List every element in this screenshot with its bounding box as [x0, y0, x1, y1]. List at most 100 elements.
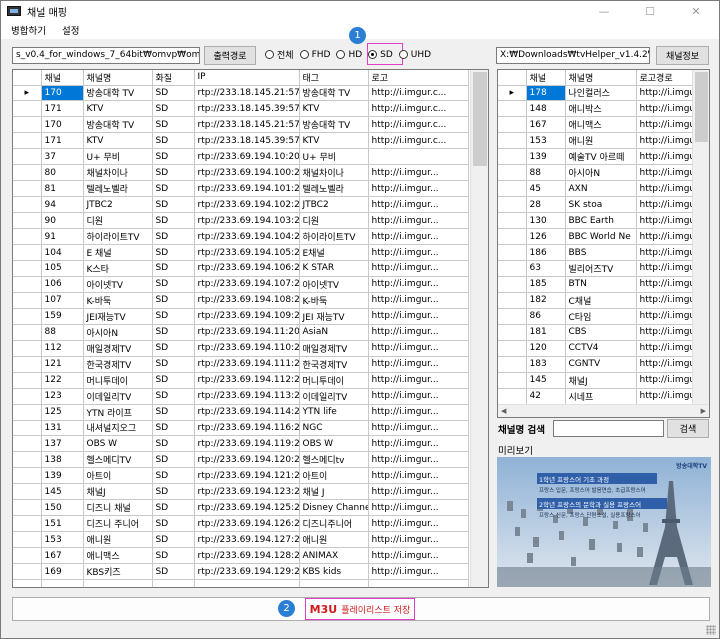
channel-cell[interactable]: SD: [152, 260, 195, 277]
channel-row[interactable]: 94JTBC2SDrtp://233.69.194.102:20000JTBC2…: [13, 196, 469, 214]
channel-cell[interactable]: 37: [41, 148, 84, 166]
row-selector[interactable]: [498, 148, 527, 166]
channel-info-row[interactable]: 130BBC Earthhttp://i.imgur...: [498, 212, 695, 230]
channel-cell[interactable]: JEI 재능TV: [299, 308, 369, 325]
row-selector[interactable]: [13, 547, 42, 565]
channel-info-cell[interactable]: http://i.imgur...: [636, 196, 695, 214]
channel-info-cell[interactable]: http://i.imgur...: [636, 372, 695, 389]
channel-cell[interactable]: 아트이: [83, 467, 153, 485]
channel-cell[interactable]: SD: [152, 196, 195, 214]
channel-info-cell[interactable]: 45: [526, 180, 566, 198]
channel-cell[interactable]: SD: [152, 372, 195, 389]
channel-cell[interactable]: SD: [152, 404, 195, 421]
channel-info-row[interactable]: 153애니원http://i.imgur...: [498, 132, 695, 150]
channel-cell[interactable]: KTV: [83, 100, 153, 118]
channel-cell[interactable]: 137: [41, 435, 84, 453]
channel-cell[interactable]: http://i.imgur...: [368, 420, 469, 437]
channel-cell[interactable]: rtp://233.69.194.112:20000: [194, 372, 300, 389]
channel-cell[interactable]: http://i.imgur...: [368, 276, 469, 293]
channel-row[interactable]: 88아시아NSDrtp://233.69.194.11:20000AsiaNht…: [13, 324, 469, 341]
channel-cell[interactable]: 디원: [299, 212, 369, 230]
channel-cell[interactable]: 텔레노벨라: [299, 180, 369, 198]
quality-radio-0[interactable]: 전체: [265, 48, 294, 61]
channel-cell[interactable]: K-바둑: [299, 292, 369, 309]
channel-cell[interactable]: SD: [152, 148, 195, 166]
channel-row[interactable]: 122머니투데이SDrtp://233.69.194.112:20000머니투데…: [13, 372, 469, 389]
channel-cell[interactable]: http://i.imgur...: [368, 404, 469, 421]
channel-cell[interactable]: http://i.imgur...: [368, 164, 469, 182]
channel-cell[interactable]: http://i.imgur...: [368, 483, 469, 501]
channel-cell[interactable]: 169: [41, 563, 84, 581]
channel-info-column-header[interactable]: 로고경로: [636, 70, 695, 86]
channel-info-cell[interactable]: 애니맥스: [565, 116, 637, 134]
channel-info-cell[interactable]: http://i.imgur...: [636, 100, 695, 118]
channel-cell[interactable]: http://i.imgur...: [368, 260, 469, 277]
channel-cell[interactable]: 94: [41, 196, 84, 214]
channel-cell[interactable]: rtp://233.69.194.100:20000: [194, 164, 300, 182]
channel-info-cell[interactable]: http://i.imgur...: [636, 180, 695, 198]
channel-cell[interactable]: 이데일리TV: [299, 388, 369, 405]
channel-info-cell[interactable]: 빌리어즈TV: [565, 260, 637, 277]
row-selector[interactable]: [13, 483, 42, 501]
channel-cell[interactable]: YTN 라이프: [83, 404, 153, 421]
channel-info-cell[interactable]: http://i.imgur...: [636, 148, 695, 166]
channel-search-input[interactable]: [553, 420, 664, 437]
channel-info-path-input[interactable]: X:₩Downloads₩tvHelper_v1.4.2₩char: [496, 47, 650, 64]
channel-cell[interactable]: 105: [41, 260, 84, 277]
channel-cell[interactable]: 125: [41, 404, 84, 421]
channel-cell[interactable]: http://i.imgur...: [368, 435, 469, 453]
row-selector[interactable]: [498, 340, 527, 357]
channel-cell[interactable]: 머니투데이: [83, 372, 153, 389]
channel-info-cell[interactable]: http://i.imgur...: [636, 324, 695, 341]
channel-cell[interactable]: 아이넷TV: [83, 276, 153, 293]
channel-cell[interactable]: 아트이: [299, 467, 369, 485]
channel-cell[interactable]: http://i.imgur...: [368, 324, 469, 341]
row-selector[interactable]: [13, 467, 42, 485]
channel-info-cell[interactable]: http://i.imgur...: [636, 244, 695, 261]
channel-info-cell[interactable]: 애니원: [565, 132, 637, 150]
channel-info-cell[interactable]: BBS: [565, 244, 637, 261]
channel-cell[interactable]: http://i.imgur...: [368, 244, 469, 261]
channel-cell[interactable]: SD: [152, 340, 195, 357]
channel-cell[interactable]: 디즈니주니어: [299, 515, 369, 533]
channel-row[interactable]: 80채널차이나SDrtp://233.69.194.100:20000채널차이나…: [13, 164, 469, 182]
row-selector[interactable]: [498, 212, 527, 230]
channel-cell[interactable]: SD: [152, 292, 195, 309]
channel-cell[interactable]: 106: [41, 276, 84, 293]
save-m3u-button[interactable]: M3U 플레이리스트 저장: [305, 598, 415, 620]
channel-info-cell[interactable]: http://i.imgur...: [636, 212, 695, 230]
channel-cell[interactable]: 145: [41, 483, 84, 501]
channel-cell[interactable]: K STAR: [299, 260, 369, 277]
channel-cell[interactable]: 하이라이트TV: [83, 228, 153, 246]
row-selector[interactable]: [13, 180, 42, 198]
row-selector[interactable]: [13, 164, 42, 182]
current-row-arrow-icon[interactable]: ▸: [13, 85, 42, 102]
channel-cell[interactable]: http://i.imgur...: [368, 547, 469, 565]
channel-info-cell[interactable]: BBC World Ne: [565, 228, 637, 246]
channel-cell[interactable]: Disney Channel: [299, 499, 369, 517]
channel-cell[interactable]: rtp://233.69.194.119:20000: [194, 435, 300, 453]
channel-cell[interactable]: rtp://233.69.194.108:20000: [194, 292, 300, 309]
channel-cell[interactable]: rtp://233.69.194.120:20000: [194, 451, 300, 469]
channel-cell[interactable]: NGC: [299, 420, 369, 437]
row-selector[interactable]: [498, 292, 527, 309]
channel-info-row[interactable]: 88아시아Nhttp://i.imgur...: [498, 164, 695, 182]
maximize-button[interactable]: ☐: [627, 1, 673, 21]
channel-info-column-header[interactable]: 채널명: [565, 70, 637, 86]
channel-info-cell[interactable]: 120: [526, 340, 566, 357]
channel-cell[interactable]: 채널차이나: [83, 164, 153, 182]
channel-row[interactable]: 125YTN 라이프SDrtp://233.69.194.114:20000YT…: [13, 404, 469, 421]
channel-column-header[interactable]: 채널: [41, 70, 84, 86]
channel-info-cell[interactable]: 130: [526, 212, 566, 230]
channel-cell[interactable]: JTBC2: [83, 196, 153, 214]
channel-info-row[interactable]: 63빌리어즈TVhttp://i.imgur...: [498, 260, 695, 277]
row-selector[interactable]: [13, 499, 42, 517]
channel-info-cell[interactable]: http://i.imgur...: [636, 164, 695, 182]
channel-row[interactable]: 150디즈니 채널SDrtp://233.69.194.125:20000Dis…: [13, 499, 469, 517]
channel-cell[interactable]: http://i.imgur...: [368, 515, 469, 533]
channel-cell[interactable]: rtp://233.18.145.39:57330: [194, 132, 300, 150]
channel-info-cell[interactable]: 139: [526, 148, 566, 166]
channel-cell[interactable]: 헬스메디tv: [299, 451, 369, 469]
channel-grid[interactable]: 채널 채널명 화질 IP 태그 로고 ▸ 170 방송대학 TV SD rtp://233.18.…: [12, 69, 489, 588]
channel-cell[interactable]: rtp://233.69.194.10:20000: [194, 148, 300, 166]
